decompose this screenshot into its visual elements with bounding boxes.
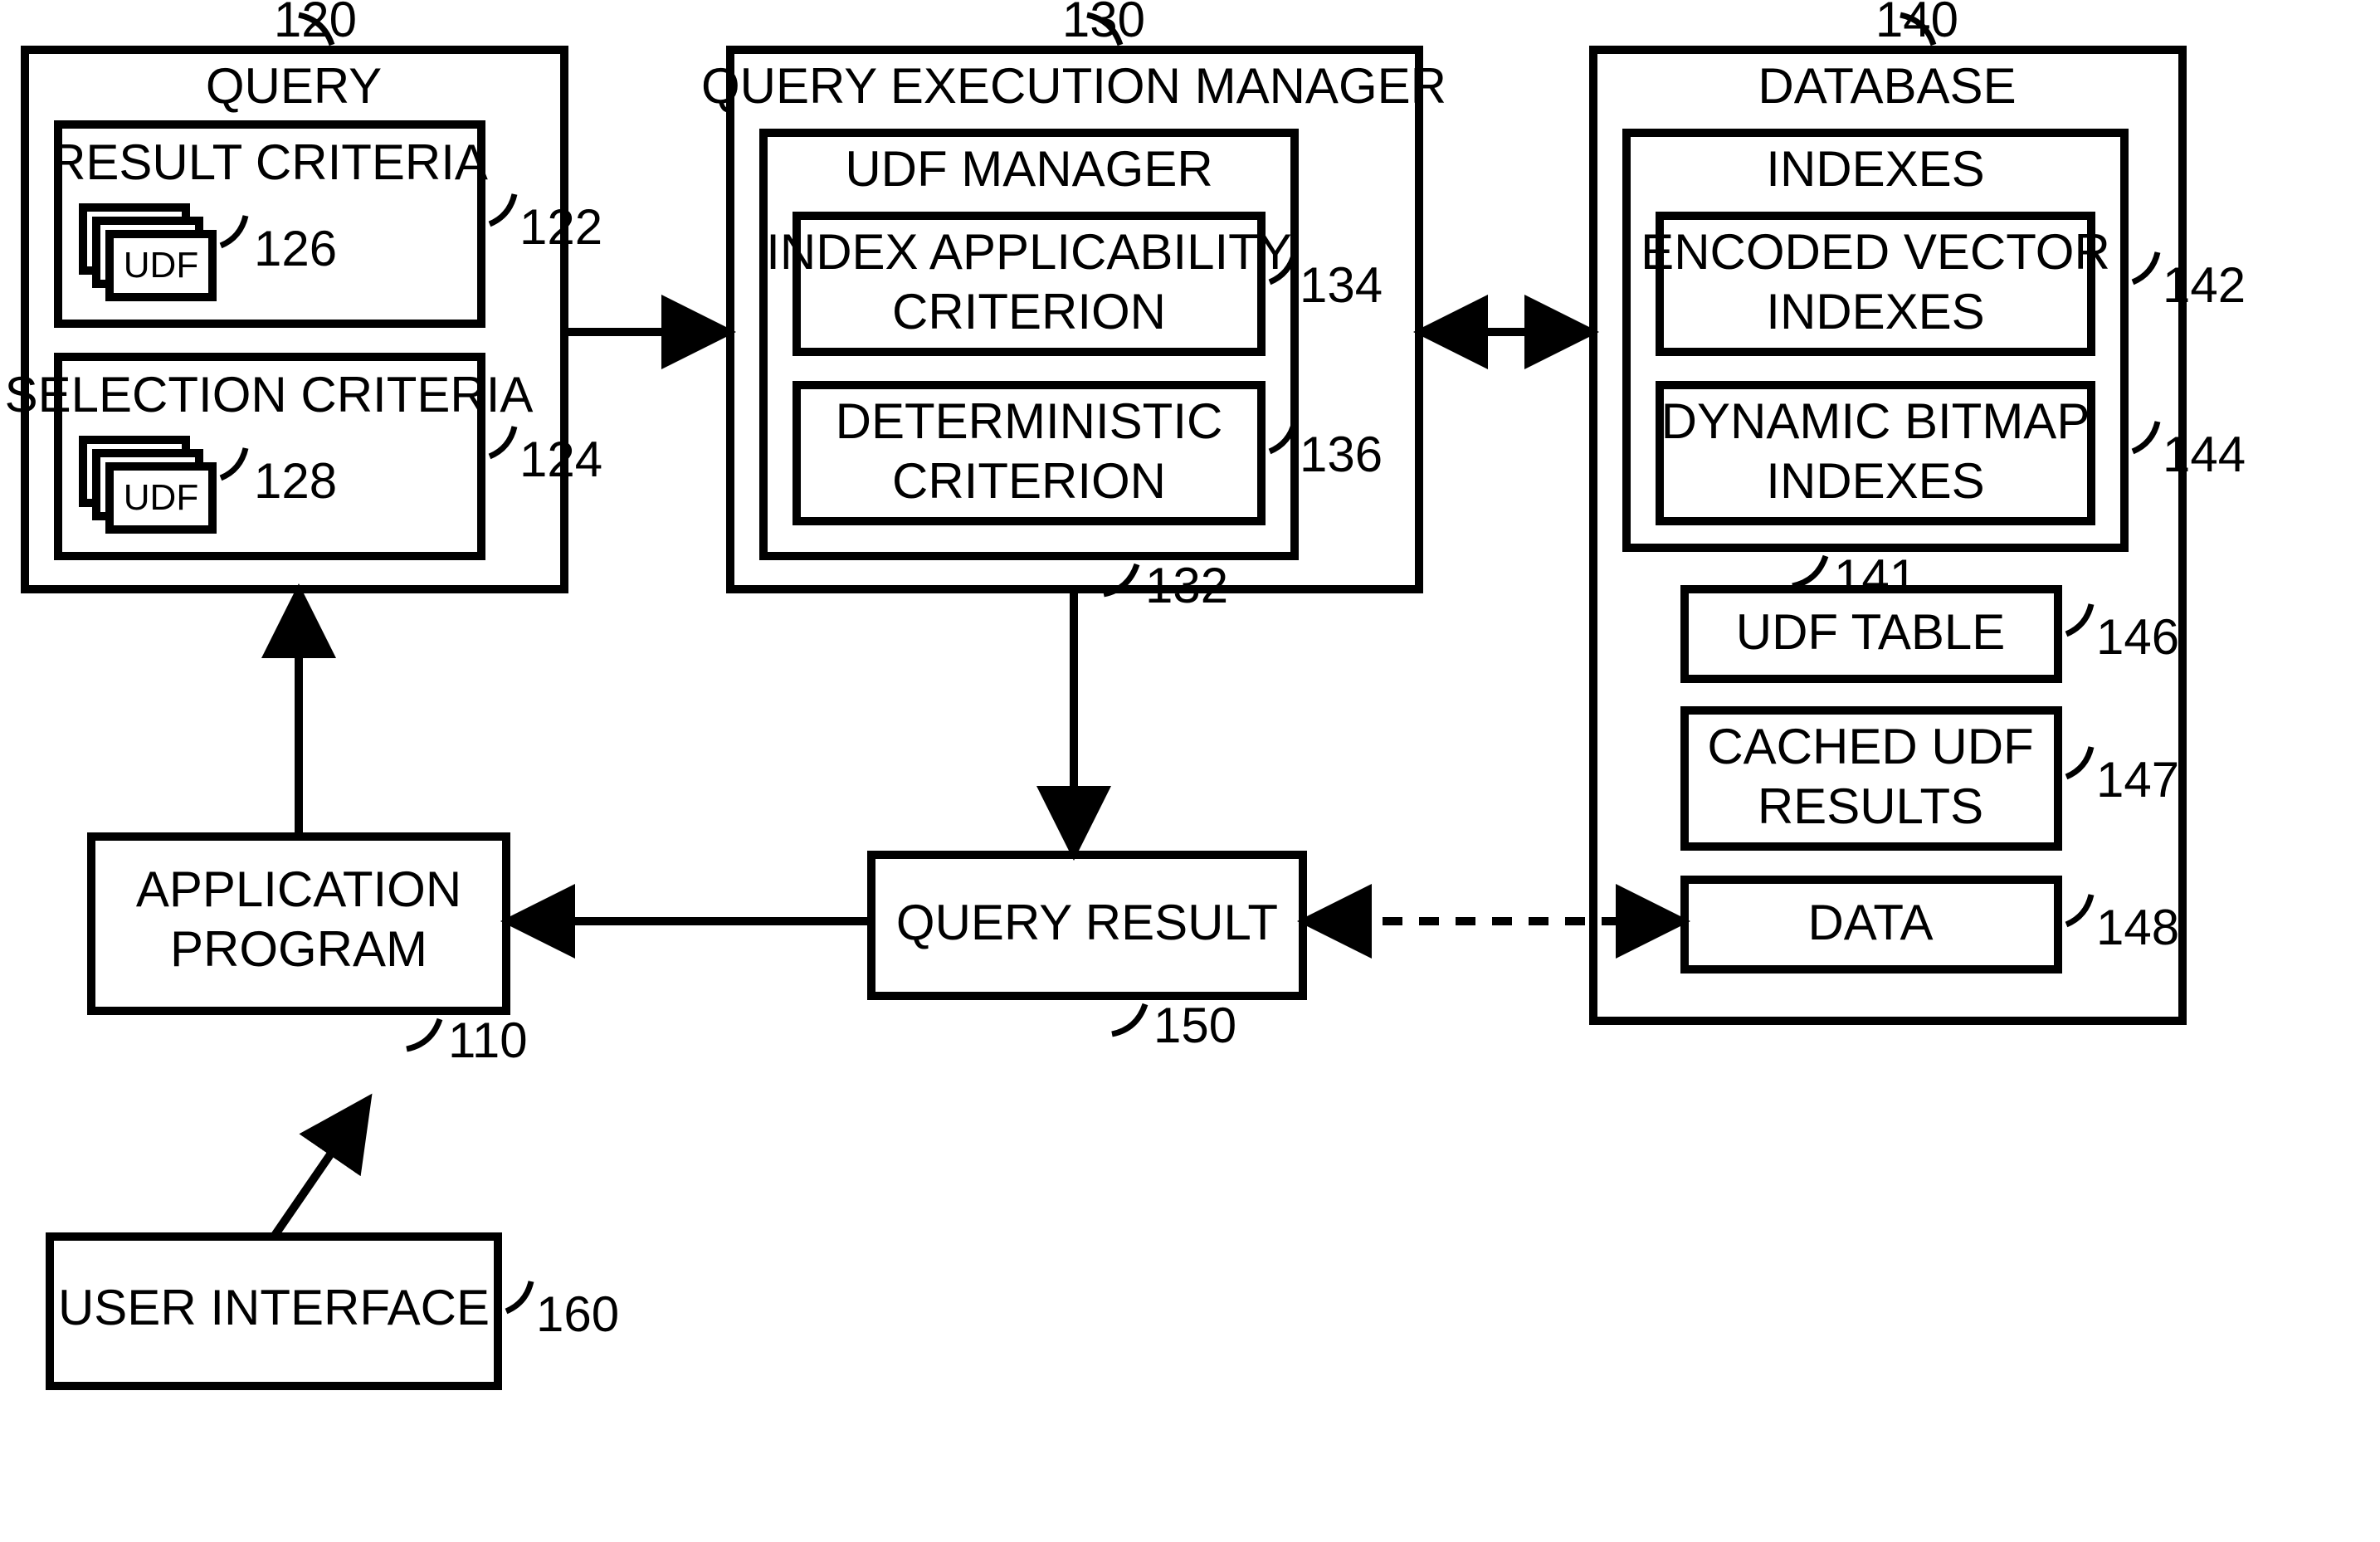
deterministic-line1: DETERMINISTIC [836,393,1223,449]
evi-line2: INDEXES [1766,284,1984,339]
indexes-title: INDEXES [1766,141,1984,197]
udf-label-result: UDF [124,245,198,285]
deterministic-ref: 136 [1300,427,1383,482]
udf-stack-result: UDF [83,207,212,297]
app-box: APPLICATION PROGRAM 110 [91,837,528,1068]
index-applicability-line1: INDEX APPLICABILITY [766,224,1292,280]
udf-table-title: UDF TABLE [1736,604,2006,660]
qem-ref: 130 [1062,0,1145,47]
udf-table-ref: 146 [2096,609,2179,665]
result-criteria-title: RESULT CRITERIA [50,134,488,190]
cached-line1: CACHED UDF [1707,719,2033,774]
selection-criteria-ref: 124 [519,432,602,487]
ui-ref: 160 [536,1286,619,1342]
app-line1: APPLICATION [136,861,461,917]
cached-line2: RESULTS [1758,778,1983,834]
result-criteria-ref: 122 [519,199,602,255]
qem-title: QUERY EXECUTION MANAGER [701,58,1446,114]
selection-criteria-title: SELECTION CRITERIA [5,367,534,422]
udf-label-selection: UDF [124,477,198,518]
evi-line1: ENCODED VECTOR [1641,224,2110,280]
udf-manager-title: UDF MANAGER [845,141,1212,197]
database-title: DATABASE [1758,58,2016,114]
query-title: QUERY [206,58,382,114]
app-line2: PROGRAM [170,921,427,977]
query-result-ref: 150 [1153,998,1236,1053]
data-title: DATA [1807,895,1933,950]
dbi-line1: DYNAMIC BITMAP [1661,393,2090,449]
ui-box: USER INTERFACE 160 [50,1237,619,1386]
query-ref: 120 [274,0,357,47]
cached-ref: 147 [2096,752,2179,808]
udf-stack-selection: UDF [83,440,212,529]
query-result-box: QUERY RESULT 150 [871,855,1303,1053]
diagram-canvas: QUERY 120 RESULT CRITERIA UDF 126 122 SE… [0,0,2380,1542]
udf-manager-ref: 132 [1145,558,1228,613]
arrow-ui-to-app [274,1104,365,1237]
query-result-title: QUERY RESULT [896,895,1278,950]
udf-manager-box: UDF MANAGER 132 [763,133,1295,613]
ui-title: USER INTERFACE [58,1280,490,1335]
dbi-ref: 144 [2163,427,2246,482]
data-ref: 148 [2096,900,2179,955]
evi-ref: 142 [2163,257,2246,313]
database-ref: 140 [1875,0,1958,47]
index-applicability-line2: CRITERION [892,284,1166,339]
indexes-box: INDEXES 141 [1626,133,2124,605]
deterministic-line2: CRITERION [892,453,1166,509]
udf-ref-result: 126 [254,221,337,276]
dbi-line2: INDEXES [1766,453,1984,509]
index-applicability-ref: 134 [1300,257,1383,313]
udf-ref-selection: 128 [254,453,337,509]
app-ref: 110 [448,1013,528,1068]
